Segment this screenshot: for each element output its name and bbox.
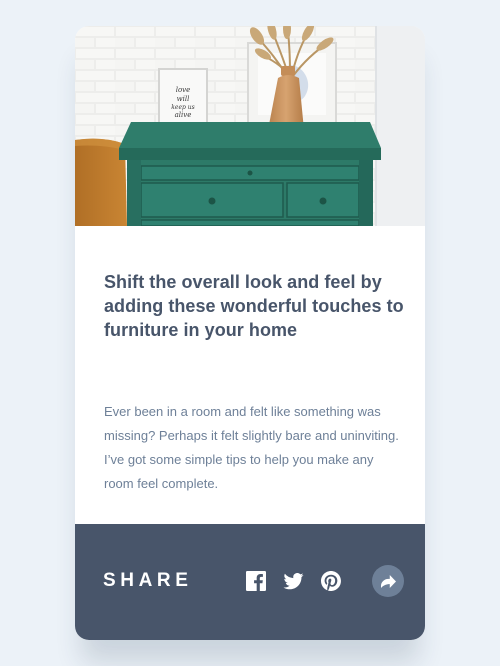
article-excerpt: Ever been in a room and felt like someth… — [104, 404, 399, 491]
share-icon — [380, 574, 396, 588]
svg-text:alive: alive — [175, 111, 192, 119]
share-bar: SHARE — [75, 524, 425, 640]
pinterest-icon[interactable] — [320, 570, 342, 592]
share-button[interactable] — [372, 565, 404, 597]
article-title[interactable]: Shift the overall look and feel by addin… — [104, 270, 404, 342]
svg-text:keep us: keep us — [171, 104, 194, 111]
facebook-icon[interactable] — [245, 570, 267, 592]
share-label: SHARE — [103, 570, 193, 591]
svg-text:will: will — [177, 95, 190, 103]
article-image: love will keep us alive — [75, 26, 425, 226]
article-preview-card: love will keep us alive Shift the overal… — [75, 26, 425, 640]
svg-text:love: love — [176, 86, 191, 94]
twitter-icon[interactable] — [282, 570, 304, 592]
